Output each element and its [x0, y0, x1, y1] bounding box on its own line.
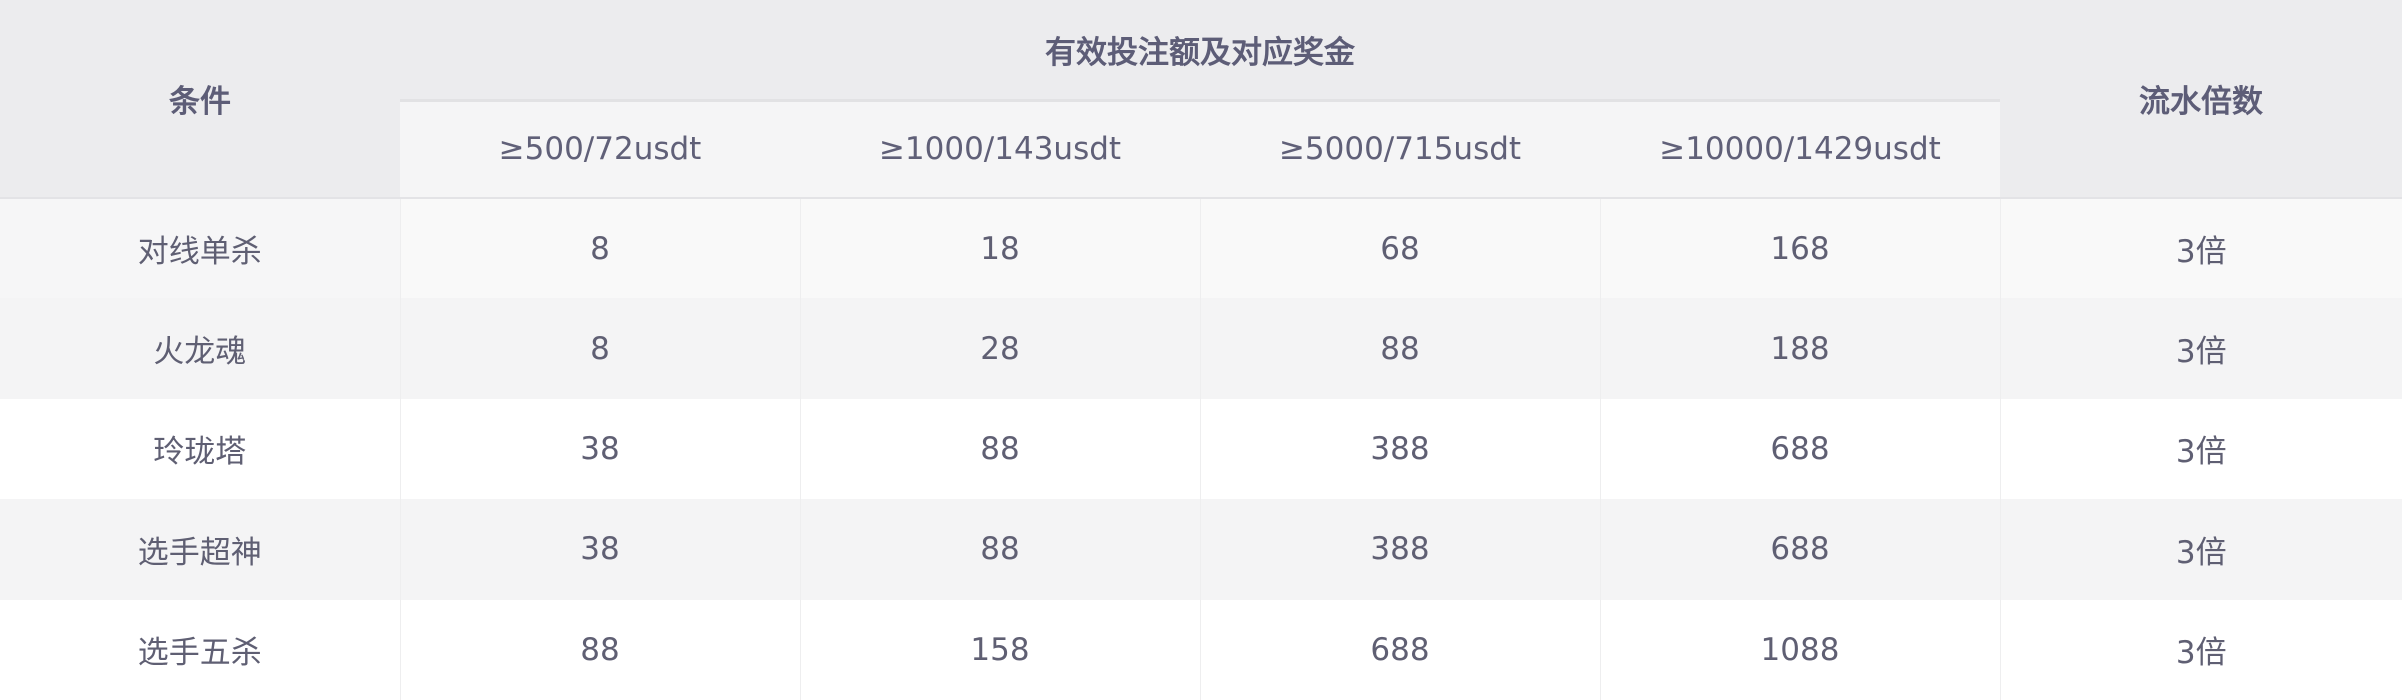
- bonus-cell: 168: [1599, 198, 2000, 299]
- header-tier-3: ≥5000/715usdt: [1200, 100, 1600, 199]
- table-body: 对线单杀 8 18 68 168 3倍 火龙魂 8 28 88 188 3倍 玲…: [0, 198, 2402, 700]
- bonus-cell: 188: [1599, 298, 2000, 399]
- bonus-cell: 8: [399, 198, 800, 299]
- table-row: 选手超神 38 88 388 688 3倍: [0, 499, 2402, 600]
- row-condition: 对线单杀: [0, 198, 400, 299]
- table-row: 火龙魂 8 28 88 188 3倍: [0, 298, 2402, 399]
- bonus-cell: 88: [799, 499, 1200, 600]
- bonus-cell: 88: [799, 398, 1200, 500]
- multiplier-cell: 3倍: [1999, 398, 2402, 500]
- bonus-cell: 88: [399, 599, 800, 700]
- bonus-cell: 388: [1199, 499, 1600, 600]
- header-turnover-multiplier: 流水倍数: [2000, 0, 2402, 199]
- bonus-cell: 688: [1599, 499, 2000, 600]
- table-row: 对线单杀 8 18 68 168 3倍: [0, 198, 2402, 299]
- multiplier-cell: 3倍: [1999, 599, 2402, 700]
- bonus-cell: 88: [1199, 298, 1600, 399]
- bonus-cell: 158: [799, 599, 1200, 700]
- bonus-cell: 688: [1599, 398, 2000, 500]
- bonus-cell: 388: [1199, 398, 1600, 500]
- row-condition: 玲珑塔: [0, 398, 400, 500]
- bonus-cell: 38: [399, 398, 800, 500]
- row-condition: 火龙魂: [0, 298, 400, 399]
- table-row: 选手五杀 88 158 688 1088 3倍: [0, 599, 2402, 700]
- multiplier-cell: 3倍: [1999, 298, 2402, 399]
- header-row-top: 条件 有效投注额及对应奖金 流水倍数: [0, 0, 2402, 199]
- bonus-cell: 688: [1199, 599, 1600, 700]
- bonus-cell: 68: [1199, 198, 1600, 299]
- multiplier-cell: 3倍: [1999, 499, 2402, 600]
- header-bet-and-bonus: 有效投注额及对应奖金: [400, 0, 2000, 102]
- row-condition: 选手超神: [0, 499, 400, 600]
- multiplier-cell: 3倍: [1999, 198, 2402, 299]
- bonus-cell: 8: [399, 298, 800, 399]
- header-tier-4: ≥10000/1429usdt: [1600, 100, 2000, 199]
- reward-table: 条件 有效投注额及对应奖金 流水倍数 ≥500/72usdt ≥1000/143…: [0, 0, 2402, 700]
- header-condition: 条件: [0, 0, 400, 199]
- header-tier-1: ≥500/72usdt: [400, 100, 800, 199]
- bonus-cell: 38: [399, 499, 800, 600]
- table-header: 条件 有效投注额及对应奖金 流水倍数 ≥500/72usdt ≥1000/143…: [0, 0, 2402, 199]
- table-row: 玲珑塔 38 88 388 688 3倍: [0, 398, 2402, 500]
- bonus-cell: 28: [799, 298, 1200, 399]
- row-condition: 选手五杀: [0, 599, 400, 700]
- bonus-cell: 1088: [1599, 599, 2000, 700]
- bonus-cell: 18: [799, 198, 1200, 299]
- header-tier-2: ≥1000/143usdt: [800, 100, 1200, 199]
